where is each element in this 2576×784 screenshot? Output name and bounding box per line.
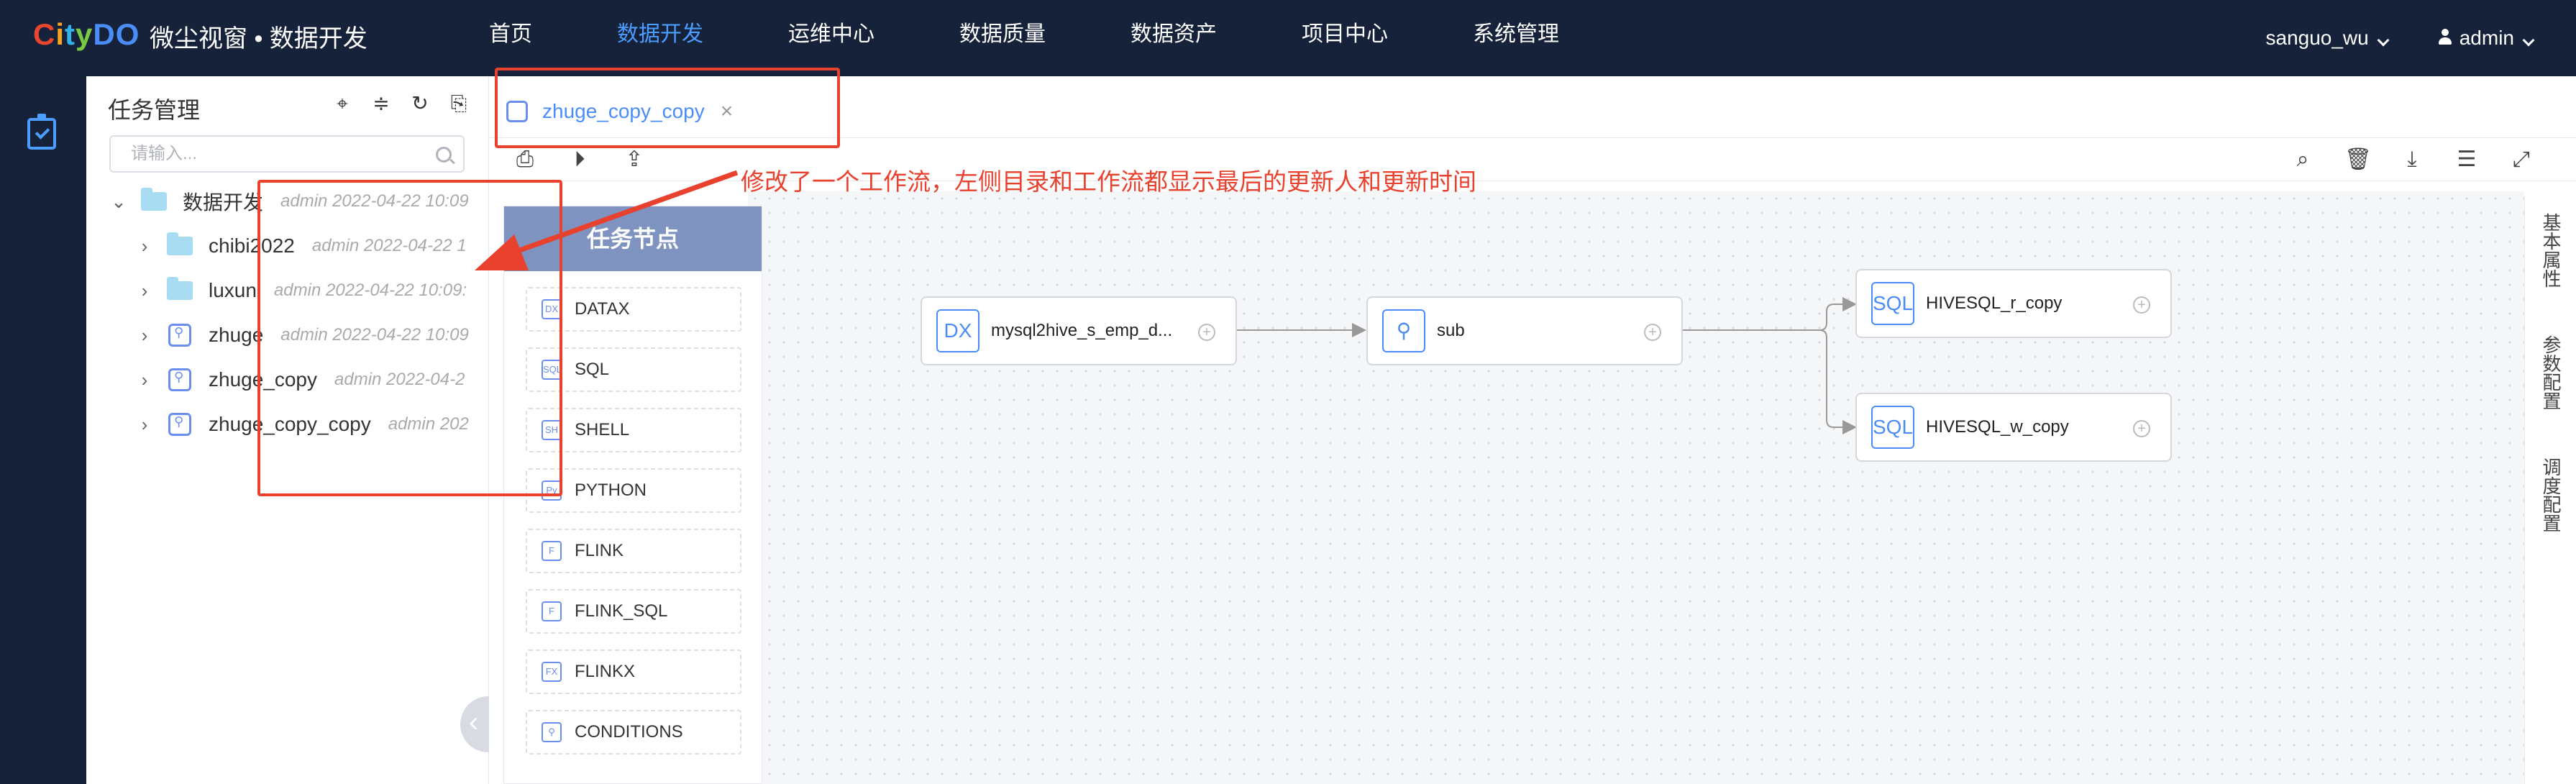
search-icon (436, 147, 452, 163)
collapse-all-icon[interactable]: ≑ (370, 92, 393, 115)
chevron-down-icon[interactable]: ⌄ (108, 191, 129, 213)
chevron-right-icon[interactable]: › (134, 324, 155, 347)
dag-node-hivesql-r[interactable]: SQL HIVESQL_r_copy + (1855, 269, 2172, 338)
panel-title: 任务管理 (108, 97, 201, 123)
folder-icon (167, 277, 193, 300)
palette-item-conditions[interactable]: ⚲ CONDITIONS (526, 710, 741, 755)
refresh-icon[interactable]: ↻ (408, 92, 431, 115)
tree-toolbar: ⌖ ≑ ↻ ⎘ (331, 92, 470, 115)
add-node-icon[interactable]: + (1644, 324, 1661, 341)
workflow-icon (168, 413, 191, 436)
workflow-icon (168, 324, 191, 347)
format-icon[interactable]: ☰ (2454, 147, 2480, 173)
annotation-arrow (475, 170, 739, 270)
chevron-right-icon[interactable]: › (134, 369, 155, 391)
palette-item-flink[interactable]: F FLINK (526, 529, 741, 573)
add-node-icon[interactable]: + (2133, 420, 2150, 437)
dag-canvas[interactable]: DX mysql2hive_s_emp_d... + ⚲ sub + SQL H… (748, 191, 2524, 784)
folder-icon (167, 232, 193, 255)
annotation-text: 修改了一个工作流，左侧目录和工作流都显示最后的更新人和更新时间 (741, 168, 1476, 195)
download-icon[interactable]: ⤓ (2399, 147, 2425, 173)
task-clipboard-icon[interactable] (27, 114, 56, 150)
flinkx-icon: FX (542, 662, 562, 682)
search-icon[interactable]: ⌕ (2290, 147, 2316, 173)
left-rail (0, 76, 86, 784)
conditions-icon: ⚲ (542, 722, 562, 742)
dag-node-sub[interactable]: ⚲ sub + (1366, 296, 1683, 365)
add-node-icon[interactable]: + (1198, 324, 1215, 341)
edge (1819, 329, 1857, 434)
palette-item-flink-sql[interactable]: F FLINK_SQL (526, 589, 741, 634)
datax-icon: DX (936, 309, 979, 352)
search-input[interactable] (109, 135, 465, 173)
tab-param-config[interactable]: 参数配置 (2539, 335, 2562, 410)
flink-sql-icon: F (542, 601, 562, 621)
edge (1683, 297, 1857, 331)
tab-basic-properties[interactable]: 基本属性 (2539, 213, 2562, 288)
workflow-icon (168, 368, 191, 391)
locate-icon[interactable]: ⌖ (331, 92, 354, 115)
chevron-right-icon[interactable]: › (134, 280, 155, 302)
property-rail: 基本属性 参数配置 调度配置 (2524, 196, 2576, 784)
dag-node-datax[interactable]: DX mysql2hive_s_emp_d... + (921, 296, 1237, 365)
nav-quality[interactable]: 数据质量 (959, 0, 1046, 76)
palette-item-flinkx[interactable]: FX FLINKX (526, 649, 741, 694)
flink-icon: F (542, 541, 562, 561)
project-dropdown[interactable]: sanguo_wu (2266, 27, 2390, 50)
citydo-logo: CityDO (33, 17, 140, 51)
nav-ops[interactable]: 运维中心 (788, 0, 874, 76)
nav-assets[interactable]: 数据资产 (1131, 0, 1217, 76)
nav-data-dev[interactable]: 数据开发 (617, 0, 703, 76)
fullscreen-icon[interactable]: ⤢ (2508, 147, 2534, 173)
new-file-icon[interactable]: ⎘ (447, 92, 470, 115)
sql-icon: SQL (1871, 406, 1914, 449)
chevron-right-icon[interactable]: › (134, 235, 155, 257)
chevron-down-icon (2522, 34, 2535, 47)
annotation-box-tab (495, 68, 840, 148)
sql-icon: SQL (1871, 282, 1914, 325)
chevron-down-icon (2377, 34, 2390, 47)
folder-icon (141, 188, 167, 211)
chevron-right-icon[interactable]: › (134, 414, 155, 436)
tab-schedule-config[interactable]: 调度配置 (2539, 457, 2562, 532)
nav-home[interactable]: 首页 (489, 0, 532, 76)
nav-projects[interactable]: 项目中心 (1302, 0, 1388, 76)
user-dropdown[interactable]: admin (2438, 27, 2535, 50)
delete-icon[interactable]: 🗑 (2344, 147, 2372, 173)
dag-edges (1236, 297, 1857, 434)
main-nav: 首页 数据开发 运维中心 数据质量 数据资产 项目中心 系统管理 (489, 0, 1644, 76)
app-title: 微尘视窗 • 数据开发 (150, 25, 367, 53)
user-icon (2438, 29, 2452, 45)
sub-process-icon: ⚲ (1382, 309, 1425, 352)
nav-system[interactable]: 系统管理 (1473, 0, 1559, 76)
add-node-icon[interactable]: + (2133, 296, 2150, 314)
top-bar: CityDO 微尘视窗 • 数据开发 首页 数据开发 运维中心 数据质量 数据资… (0, 0, 2576, 76)
user-area: sanguo_wu admin (2266, 0, 2535, 76)
dag-node-hivesql-w[interactable]: SQL HIVESQL_w_copy + (1855, 393, 2172, 462)
